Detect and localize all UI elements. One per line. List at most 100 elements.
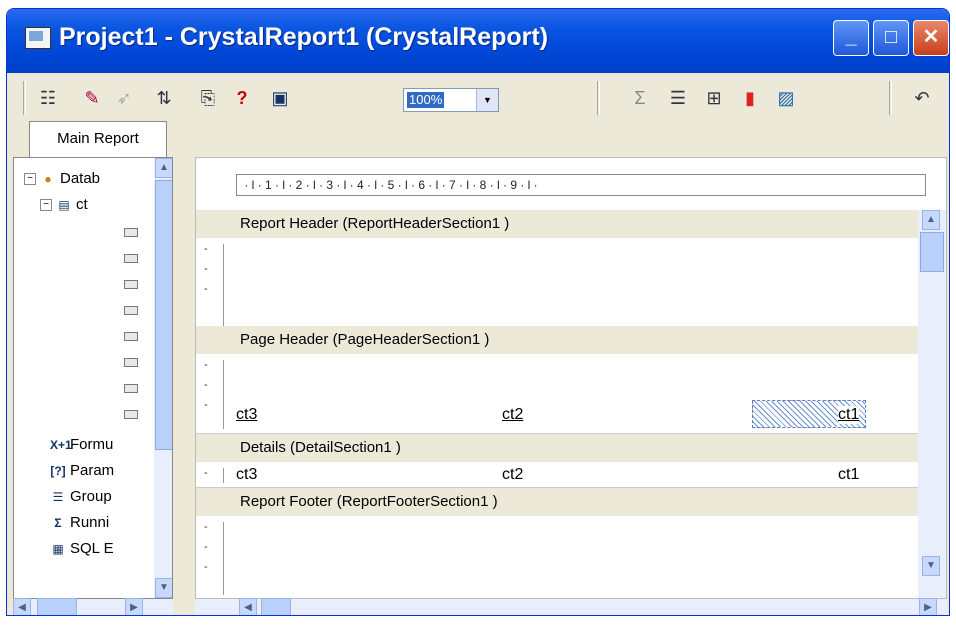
maximize-icon[interactable]: □ <box>873 20 909 56</box>
scroll-down-icon[interactable]: ▼ <box>922 556 940 576</box>
tree-label: Formu <box>70 436 114 453</box>
scroll-thumb[interactable] <box>37 598 77 615</box>
tree-label: Datab <box>60 170 101 187</box>
tree-label: Param <box>70 462 115 479</box>
picture-icon[interactable]: ▨ <box>773 85 799 111</box>
close-icon[interactable]: ✕ <box>913 20 949 56</box>
tree-field[interactable] <box>124 410 138 419</box>
section-report-header[interactable]: --- <box>196 238 918 334</box>
formula-icon: X+1 <box>50 437 72 452</box>
tree-item-group[interactable]: ☰ Group <box>50 488 112 505</box>
tree-field[interactable] <box>124 254 138 263</box>
help-icon[interactable]: ? <box>229 85 255 111</box>
tree-item-database[interactable]: − ● Datab <box>24 170 100 187</box>
band-report-footer[interactable]: Report Footer (ReportFooterSection1 ) <box>196 488 918 516</box>
detail-field-ct2[interactable]: ct2 <box>502 466 523 484</box>
canvas-vertical-scrollbar[interactable]: ▲ ▼ <box>918 210 946 598</box>
subreport-icon[interactable]: ⊞ <box>701 85 727 111</box>
tree-label: ct <box>76 196 88 213</box>
group-icon: ☰ <box>52 489 64 504</box>
field-icon <box>124 228 138 237</box>
scroll-right-icon[interactable]: ▶ <box>125 598 143 615</box>
chart-icon[interactable]: ▮ <box>737 85 763 111</box>
scroll-up-icon[interactable]: ▲ <box>155 158 172 178</box>
database-icon: ● <box>44 171 52 186</box>
scroll-down-icon[interactable]: ▼ <box>155 578 172 598</box>
toolbar: ☷ ✎ ➶ ⇅ ⎘ ? ▣ 100% ▼ Σ ☰ ⊞ ▮ ▨ ↶ <box>7 73 949 121</box>
title-bar[interactable]: Project1 - CrystalReport1 (CrystalReport… <box>7 9 949 73</box>
scroll-right-icon[interactable]: ▶ <box>919 598 937 615</box>
tree-item-table[interactable]: − ▤ ct <box>40 196 88 213</box>
field-icon <box>124 254 138 263</box>
tree-field[interactable] <box>124 306 138 315</box>
vertical-ruler: - <box>204 468 224 483</box>
section-details[interactable]: - ct3 ct2 ct1 <box>196 462 918 488</box>
toolbar-grip[interactable] <box>597 81 600 115</box>
field-icon <box>124 332 138 341</box>
tree-field[interactable] <box>124 332 138 341</box>
page-header-field-ct2[interactable]: ct2 <box>502 406 523 424</box>
tree-item-running-total[interactable]: Σ Runni <box>50 514 109 531</box>
band-page-header[interactable]: Page Header (PageHeaderSection1 ) <box>196 326 918 354</box>
tree-field[interactable] <box>124 228 138 237</box>
tree-field[interactable] <box>124 384 138 393</box>
table-icon: ▤ <box>58 197 70 212</box>
horizontal-ruler: · l · 1 · l · 2 · l · 3 · l · 4 · l · 5 … <box>236 174 926 196</box>
tree-item-sql-expression[interactable]: ▦ SQL E <box>50 540 114 557</box>
field-object-icon[interactable]: ▣ <box>267 85 293 111</box>
report-design-canvas: · l · 1 · l · 2 · l · 3 · l · 4 · l · 5 … <box>195 157 947 599</box>
toolbar-grip[interactable] <box>889 81 892 115</box>
band-details[interactable]: Details (DetailSection1 ) <box>196 434 918 462</box>
chevron-down-icon[interactable]: ▼ <box>476 89 498 111</box>
toggle-tree-icon[interactable]: ☷ <box>35 85 61 111</box>
tree-label: Runni <box>70 514 110 531</box>
sum-icon: Σ <box>54 515 62 530</box>
vertical-ruler: --- <box>204 360 224 429</box>
toolbar-grip[interactable] <box>23 81 26 115</box>
app-icon <box>25 27 51 49</box>
zoom-select[interactable]: 100% ▼ <box>403 88 499 112</box>
tree-label: SQL E <box>70 540 114 557</box>
section-page-header[interactable]: --- ct3 ct2 ct1 <box>196 354 918 434</box>
detail-field-ct1[interactable]: ct1 <box>838 466 859 484</box>
tree-horizontal-scrollbar[interactable]: ◀ ▶ <box>13 598 173 615</box>
scroll-thumb[interactable] <box>155 180 172 450</box>
detail-field-ct3[interactable]: ct3 <box>236 466 257 484</box>
undo-icon[interactable]: ↶ <box>909 85 935 111</box>
minimize-icon[interactable]: _ <box>833 20 869 56</box>
page-header-field-ct3[interactable]: ct3 <box>236 406 257 424</box>
sql-icon: ▦ <box>52 541 64 556</box>
scroll-up-icon[interactable]: ▲ <box>922 210 940 230</box>
report-designer-window: Project1 - CrystalReport1 (CrystalReport… <box>6 8 950 616</box>
tree-field[interactable] <box>124 358 138 367</box>
scroll-left-icon[interactable]: ◀ <box>13 598 31 615</box>
tree-field[interactable] <box>124 280 138 289</box>
format-icon[interactable]: ⎘ <box>195 85 221 111</box>
collapse-icon[interactable]: − <box>40 198 52 211</box>
group-icon[interactable]: ☰ <box>665 85 691 111</box>
vertical-ruler: --- <box>204 522 224 595</box>
canvas-horizontal-scrollbar[interactable]: ◀ ▶ <box>195 598 947 615</box>
parameter-icon: [?] <box>50 463 66 478</box>
tab-main-report[interactable]: Main Report <box>29 121 167 157</box>
tree-vertical-scrollbar[interactable]: ▲ ▼ <box>154 158 172 598</box>
scroll-thumb[interactable] <box>261 598 291 615</box>
field-icon <box>124 384 138 393</box>
tree-label: Group <box>70 488 112 505</box>
tree-item-parameter[interactable]: [?] Param <box>50 462 114 479</box>
insert-icon[interactable]: ➶ <box>111 85 137 111</box>
band-report-header[interactable]: Report Header (ReportHeaderSection1 ) <box>196 210 918 238</box>
field-icon <box>124 306 138 315</box>
field-icon <box>124 410 138 419</box>
scroll-left-icon[interactable]: ◀ <box>239 598 257 615</box>
vertical-ruler: --- <box>204 244 224 329</box>
field-explorer-icon[interactable]: ✎ <box>79 85 105 111</box>
collapse-icon[interactable]: − <box>24 172 36 185</box>
window-title: Project1 - CrystalReport1 (CrystalReport… <box>59 23 549 51</box>
sort-icon[interactable]: ⇅ <box>151 85 177 111</box>
scroll-thumb[interactable] <box>920 232 944 272</box>
tree-item-formula[interactable]: X+1 Formu <box>50 436 113 453</box>
summary-icon[interactable]: Σ <box>627 85 653 111</box>
page-header-field-ct1[interactable]: ct1 <box>838 406 860 424</box>
section-report-footer[interactable]: --- <box>196 516 918 598</box>
